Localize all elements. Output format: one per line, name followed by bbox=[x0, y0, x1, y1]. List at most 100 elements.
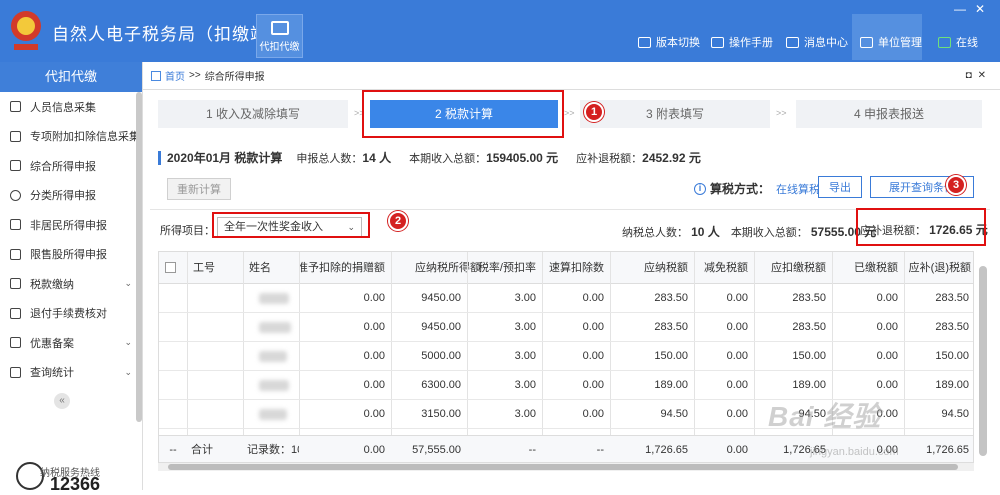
vertical-scrollbar[interactable] bbox=[979, 266, 987, 456]
nav-manual[interactable]: 操作手册 bbox=[711, 34, 773, 50]
declare-count-label: 申报总人数： bbox=[296, 152, 363, 165]
cell-donation: 0.00 bbox=[363, 379, 385, 391]
breadcrumb-current: 综合所得申报 bbox=[204, 72, 265, 83]
annotation-badge-2: 2 bbox=[388, 211, 408, 231]
recalculate-button[interactable]: 重新计算 bbox=[167, 178, 231, 200]
mail-icon bbox=[786, 36, 799, 48]
table-row[interactable]: 0.00 9450.00 3.00 0.00 283.50 0.00 283.5… bbox=[159, 313, 973, 342]
cell-quick-deduction: 0.00 bbox=[582, 292, 604, 304]
redacted-name bbox=[259, 409, 287, 420]
step-income-deduction[interactable]: 1 收入及减除填写 bbox=[158, 100, 348, 128]
total-income-label: 本期收入总额： bbox=[409, 152, 487, 165]
sidebar-item-preferential-filing[interactable]: 优惠备案 ⌄ bbox=[0, 328, 142, 358]
calc-mode-value[interactable]: 在线算税 bbox=[776, 181, 820, 197]
annotation-badge-1: 1 bbox=[584, 102, 604, 122]
nav-version-switch[interactable]: 版本切换 bbox=[638, 34, 700, 50]
cell-quick-deduction: 0.00 bbox=[582, 408, 604, 420]
redacted-name bbox=[259, 293, 289, 304]
cell-taxable-income: 9450.00 bbox=[421, 292, 461, 304]
scrollbar-thumb[interactable] bbox=[168, 464, 958, 470]
cell-tax-rate: 3.00 bbox=[514, 292, 536, 304]
document-icon bbox=[10, 307, 21, 319]
nav-online-status[interactable]: 在线 bbox=[938, 34, 978, 50]
header-name[interactable]: 姓名 bbox=[249, 252, 299, 284]
horizontal-scrollbar[interactable] bbox=[158, 463, 974, 471]
window-controls[interactable]: —✕ bbox=[954, 2, 994, 16]
pie-icon bbox=[10, 189, 21, 201]
redacted-name bbox=[259, 351, 287, 362]
hotline-number: 12366 bbox=[50, 474, 101, 494]
header-tax-reduction[interactable]: 减免税额 bbox=[694, 252, 754, 284]
cell-quick-deduction: 0.00 bbox=[582, 350, 604, 362]
footer-record-count: 记录数：10 bbox=[247, 444, 299, 456]
breadcrumb: 首页 >> 综合所得申报 ◘✕ bbox=[143, 62, 1000, 90]
header-employee-id[interactable]: 工号 bbox=[193, 252, 253, 284]
sidebar-item-comprehensive-income[interactable]: 综合所得申报 bbox=[0, 151, 142, 181]
step-arrow: >> bbox=[776, 108, 787, 118]
breadcrumb-home[interactable]: 首页 bbox=[165, 68, 185, 83]
wallet-icon bbox=[10, 278, 21, 290]
cell-tax-reduction: 0.00 bbox=[726, 350, 748, 362]
cell-taxable-income: 6300.00 bbox=[421, 379, 461, 391]
cell-tax-rate: 3.00 bbox=[514, 379, 536, 391]
chevron-down-icon: ⌄ bbox=[124, 366, 132, 377]
bar-chart-icon bbox=[10, 248, 21, 260]
module-tab-daikou[interactable]: 代扣代缴 bbox=[256, 14, 303, 58]
redacted-name bbox=[259, 380, 289, 391]
cell-taxable-income: 9450.00 bbox=[421, 321, 461, 333]
book-icon bbox=[711, 36, 724, 48]
header-tax-payable[interactable]: 应纳税额 bbox=[610, 252, 694, 284]
footer-tax-payable: 1,726.65 bbox=[645, 444, 688, 456]
sidebar-item-special-deduction[interactable]: 专项附加扣除信息采集 bbox=[0, 122, 142, 152]
nav-messages[interactable]: 消息中心 bbox=[786, 34, 848, 50]
watermark-url: jingyan.baidu.com bbox=[810, 446, 899, 458]
cell-taxable-income: 3150.00 bbox=[421, 408, 461, 420]
header-tax-withheld[interactable]: 应扣缴税额 bbox=[754, 252, 832, 284]
step-arrow: >> bbox=[564, 108, 575, 118]
table-row[interactable]: 0.00 9450.00 3.00 0.00 283.50 0.00 283.5… bbox=[159, 284, 973, 313]
building-icon bbox=[860, 36, 873, 48]
header-quick-deduction[interactable]: 速算扣除数 bbox=[542, 252, 610, 284]
cell-tax-payable: 189.00 bbox=[654, 379, 688, 391]
header-tax-rate[interactable]: 税率/预扣率 bbox=[467, 252, 542, 284]
sidebar-item-query-stats[interactable]: 查询统计 ⌄ bbox=[0, 358, 142, 388]
panel-controls[interactable]: ◘✕ bbox=[966, 70, 992, 81]
select-all-checkbox[interactable] bbox=[165, 262, 176, 273]
sidebar-item-nonresident-income[interactable]: 非居民所得申报 bbox=[0, 210, 142, 240]
info-icon: i bbox=[694, 182, 706, 195]
sidebar-item-restricted-shares[interactable]: 限售股所得申报 bbox=[0, 240, 142, 270]
tax-emblem-logo bbox=[11, 11, 41, 50]
cell-donation: 0.00 bbox=[363, 408, 385, 420]
header-donation-deduction[interactable]: 准予扣除的捐赠额 bbox=[299, 252, 391, 284]
folder-icon bbox=[10, 337, 21, 349]
sidebar-scrollbar[interactable] bbox=[136, 92, 142, 422]
cell-tax-refund: 189.00 bbox=[935, 379, 969, 391]
cell-quick-deduction: 0.00 bbox=[582, 321, 604, 333]
export-button[interactable]: 导出 bbox=[818, 176, 862, 198]
step-schedule-fill[interactable]: 3 附表填写 bbox=[580, 100, 770, 128]
cell-donation: 0.00 bbox=[363, 321, 385, 333]
switch-icon bbox=[638, 36, 651, 48]
cell-tax-reduction: 0.00 bbox=[726, 408, 748, 420]
nav-unit-management[interactable]: 单位管理 bbox=[860, 34, 922, 50]
cell-tax-rate: 3.00 bbox=[514, 408, 536, 420]
sidebar-item-tax-payment[interactable]: 税款缴纳 ⌄ bbox=[0, 269, 142, 299]
header-tax-refund[interactable]: 应补(退)税额 bbox=[904, 252, 973, 284]
collapse-sidebar-icon[interactable]: « bbox=[54, 393, 70, 409]
header-tax-paid[interactable]: 已缴税额 bbox=[832, 252, 904, 284]
table-header: 工号 姓名 准予扣除的捐赠额 应纳税所得额 税率/预扣率 速算扣除数 应纳税额 … bbox=[159, 252, 973, 284]
app-title: 自然人电子税务局（扣缴端） bbox=[52, 25, 286, 44]
footer-total-label: 合计 bbox=[191, 444, 213, 456]
cell-tax-rate: 3.00 bbox=[514, 321, 536, 333]
sidebar-item-classified-income[interactable]: 分类所得申报 bbox=[0, 181, 142, 211]
table-row[interactable]: 0.00 5000.00 3.00 0.00 150.00 0.00 150.0… bbox=[159, 342, 973, 371]
step-submit-report[interactable]: 4 申报表报送 bbox=[796, 100, 982, 128]
income-item-label: 所得项目： bbox=[160, 225, 215, 237]
cell-tax-payable: 283.50 bbox=[654, 292, 688, 304]
sidebar-item-fee-refund[interactable]: 退付手续费核对 bbox=[0, 299, 142, 329]
cell-tax-refund: 150.00 bbox=[935, 350, 969, 362]
cell-tax-refund: 283.50 bbox=[935, 292, 969, 304]
declare-count-value: 14 人 bbox=[362, 151, 392, 165]
total-income-value: 159405.00 元 bbox=[486, 151, 559, 165]
sidebar-item-person-info[interactable]: 人员信息采集 bbox=[0, 92, 142, 122]
